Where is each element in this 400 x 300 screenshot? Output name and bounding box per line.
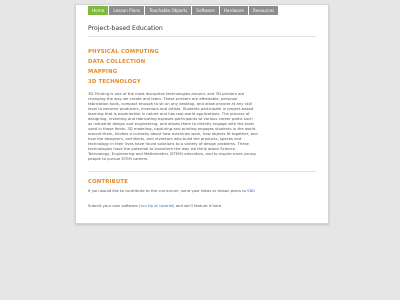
contribute-heading: CONTRIBUTE [88, 179, 129, 185]
contribute-text: If you would like to contribute to the c… [88, 188, 288, 193]
page-title: Project-based Education [88, 25, 163, 32]
top-nav: Home Lesson Plans Teachable Objects Soft… [88, 6, 279, 16]
nav-resources[interactable]: Resources [248, 6, 279, 15]
submit-software-text: Submit your own software (run tip or tut… [88, 203, 288, 208]
nav-software[interactable]: Software [192, 6, 219, 15]
title-divider [88, 36, 316, 37]
submit-link[interactable]: (run tip or tutorial) [139, 203, 175, 208]
section-mapping[interactable]: MAPPING [88, 69, 117, 75]
nav-home[interactable]: Home [88, 6, 109, 15]
nav-lesson-plans[interactable]: Lesson Plans [109, 6, 145, 15]
section-physical-computing[interactable]: PHYSICAL COMPUTING [88, 49, 159, 55]
nav-teachable-objects[interactable]: Teachable Objects [145, 6, 192, 15]
body-paragraph: 3D Printing is one of the most disruptiv… [88, 91, 258, 161]
contribute-text-1: If you would like to contribute to the c… [88, 188, 246, 193]
nav-hardware[interactable]: Hardware [219, 6, 248, 15]
submit-text-2: and we'll feature it here. [175, 203, 223, 208]
section-divider [88, 171, 316, 172]
section-3d-technology[interactable]: 3D TECHNOLOGY [88, 79, 141, 85]
contribute-email-link[interactable]: SBG [247, 188, 255, 193]
content-page: Home Lesson Plans Teachable Objects Soft… [75, 4, 329, 224]
section-data-collection[interactable]: DATA COLLECTION [88, 59, 145, 65]
submit-text-1: Submit your own software [88, 203, 138, 208]
